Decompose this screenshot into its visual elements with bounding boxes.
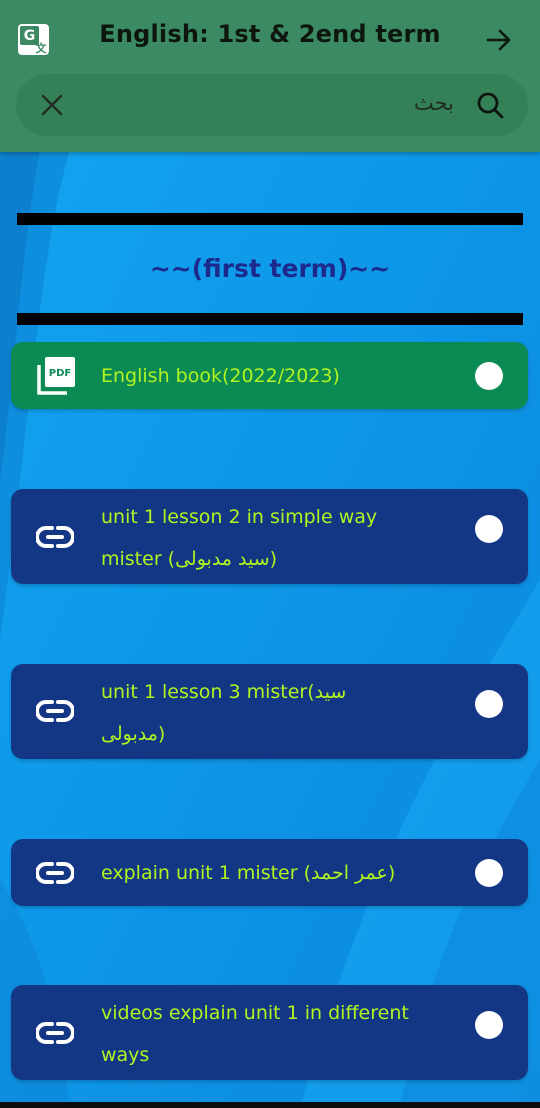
list-item-pdf[interactable]: PDF English book(2022/2023) — [11, 342, 528, 409]
search-bar[interactable]: بحث — [16, 74, 528, 136]
svg-text:文: 文 — [36, 41, 48, 55]
list-item-line: مدبولى) — [101, 723, 166, 745]
list-item-link[interactable]: videos explain unit 1 in different ways — [11, 985, 528, 1080]
radio-button[interactable] — [475, 1011, 503, 1039]
list-item-link[interactable]: unit 1 lesson 3 mister(سيد مدبولى) — [11, 664, 528, 759]
link-icon — [36, 862, 74, 884]
list-item-line: videos explain unit 1 in different — [101, 1002, 409, 1024]
search-icon[interactable] — [476, 91, 504, 119]
list-item-line: mister (سيد مدبولى) — [101, 548, 278, 570]
list-item-label: explain unit 1 mister (عمر احمد) — [101, 862, 396, 884]
arrow-right-icon[interactable] — [485, 26, 513, 54]
page-title: English: 1st & 2end term — [99, 20, 441, 48]
search-input[interactable]: بحث — [414, 91, 454, 115]
list-item-label: English book(2022/2023) — [101, 365, 340, 387]
list-item-link[interactable]: unit 1 lesson 2 in simple way mister (سي… — [11, 489, 528, 584]
list-item-label: videos explain unit 1 in different ways — [101, 992, 451, 1076]
close-icon[interactable] — [40, 93, 64, 117]
divider — [17, 313, 523, 325]
radio-button[interactable] — [475, 515, 503, 543]
radio-button[interactable] — [475, 690, 503, 718]
svg-text:G: G — [24, 28, 36, 44]
radio-button[interactable] — [475, 362, 503, 390]
list-item-line: ways — [101, 1044, 150, 1066]
list-item-label: unit 1 lesson 2 in simple way mister (سي… — [101, 496, 451, 580]
app-bar: G 文 English: 1st & 2end term بحث — [0, 0, 540, 152]
link-icon — [36, 526, 74, 548]
link-icon — [36, 1022, 74, 1044]
divider — [17, 213, 523, 225]
svg-text:PDF: PDF — [49, 368, 71, 379]
list-item-link[interactable]: explain unit 1 mister (عمر احمد) — [11, 839, 528, 906]
pdf-icon: PDF — [37, 357, 75, 395]
system-bar — [0, 1102, 540, 1108]
section-title: ~~(first term)~~ — [149, 254, 391, 283]
radio-button[interactable] — [475, 859, 503, 887]
link-icon — [36, 700, 74, 722]
list-item-label: unit 1 lesson 3 mister(سيد مدبولى) — [101, 671, 451, 755]
list-item-line: unit 1 lesson 3 mister(سيد — [101, 681, 347, 703]
translate-icon[interactable]: G 文 — [17, 23, 50, 56]
list-item-line: unit 1 lesson 2 in simple way — [101, 506, 378, 528]
